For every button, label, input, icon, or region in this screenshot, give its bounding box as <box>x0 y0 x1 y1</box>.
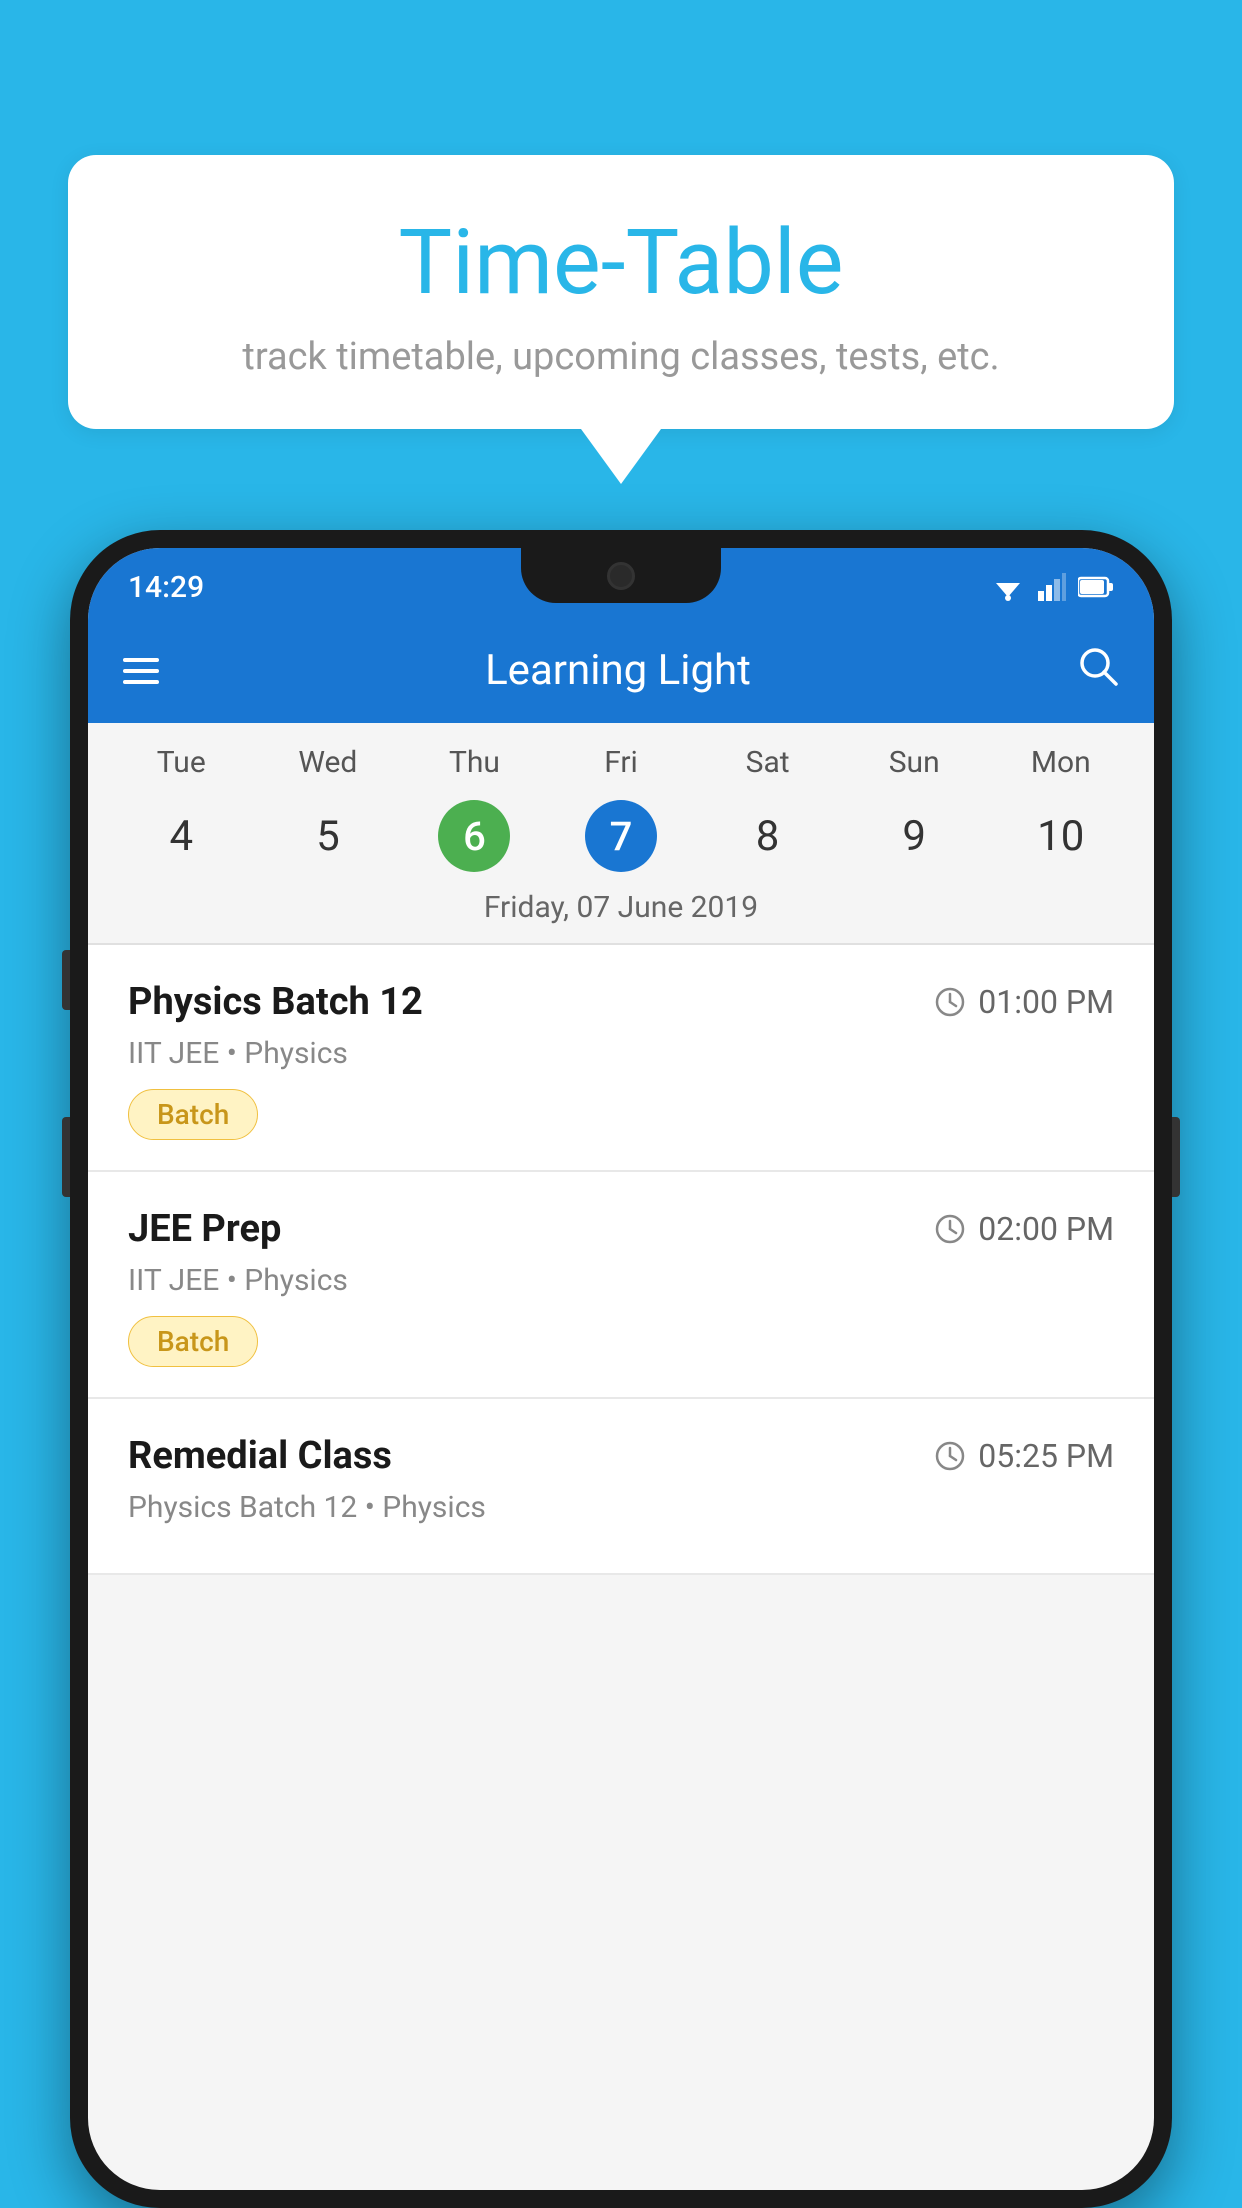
class-name-2: JEE Prep <box>128 1207 281 1251</box>
class-subtitle-2: IIT JEE • Physics <box>128 1263 1114 1298</box>
battery-icon <box>1078 576 1114 598</box>
date-6-circle[interactable]: 6 <box>438 800 510 872</box>
date-4[interactable]: 4 <box>108 812 255 861</box>
class-time-2: 02:00 PM <box>934 1210 1114 1248</box>
class-subtitle: IIT JEE • Physics <box>128 1036 1114 1071</box>
batch-tag-2: Batch <box>128 1316 258 1367</box>
wifi-icon <box>990 573 1026 601</box>
day-sun: Sun <box>841 745 988 780</box>
phone-outer: 14:29 <box>70 530 1172 2208</box>
selected-date-label: Friday, 07 June 2019 <box>88 890 1154 943</box>
class-item-physics-batch[interactable]: Physics Batch 12 01:00 PM IIT JEE • Phys… <box>88 945 1154 1172</box>
date-8[interactable]: 8 <box>694 812 841 861</box>
day-thu: Thu <box>401 745 548 780</box>
phone-notch <box>521 548 721 603</box>
power-button <box>1172 1117 1180 1197</box>
class-name: Physics Batch 12 <box>128 980 423 1024</box>
date-6[interactable]: 6 <box>401 800 548 872</box>
class-item-top: Physics Batch 12 01:00 PM <box>128 980 1114 1024</box>
day-fri: Fri <box>548 745 695 780</box>
batch-tag-1: Batch <box>128 1089 258 1140</box>
speech-bubble: Time-Table track timetable, upcoming cla… <box>68 155 1174 429</box>
date-7[interactable]: 7 <box>548 800 695 872</box>
class-time: 01:00 PM <box>934 983 1114 1021</box>
clock-icon-3 <box>934 1440 966 1472</box>
class-item-top-3: Remedial Class 05:25 PM <box>128 1434 1114 1478</box>
search-icon[interactable] <box>1077 645 1119 697</box>
volume-up-button <box>62 950 70 1010</box>
app-bar: Learning Light <box>88 618 1154 723</box>
date-5[interactable]: 5 <box>255 812 402 861</box>
front-camera <box>607 562 635 590</box>
day-mon: Mon <box>987 745 1134 780</box>
signal-icon <box>1038 573 1066 601</box>
class-name-3: Remedial Class <box>128 1434 392 1478</box>
day-sat: Sat <box>694 745 841 780</box>
volume-down-button <box>62 1117 70 1197</box>
status-time: 14:29 <box>128 570 204 605</box>
menu-button[interactable] <box>123 658 159 684</box>
status-icons <box>990 573 1114 601</box>
date-10[interactable]: 10 <box>987 812 1134 861</box>
classes-list: Physics Batch 12 01:00 PM IIT JEE • Phys… <box>88 945 1154 1575</box>
class-item-jee-prep[interactable]: JEE Prep 02:00 PM IIT JEE • Physics Batc… <box>88 1172 1154 1399</box>
speech-bubble-tail <box>581 429 661 484</box>
class-subtitle-3: Physics Batch 12 • Physics <box>128 1490 1114 1525</box>
date-9[interactable]: 9 <box>841 812 988 861</box>
speech-bubble-container: Time-Table track timetable, upcoming cla… <box>68 155 1174 484</box>
class-item-top-2: JEE Prep 02:00 PM <box>128 1207 1114 1251</box>
bubble-title: Time-Table <box>128 210 1114 315</box>
class-time-3: 05:25 PM <box>934 1437 1114 1475</box>
clock-icon <box>934 986 966 1018</box>
phone-mockup: 14:29 <box>70 530 1172 2208</box>
bubble-subtitle: track timetable, upcoming classes, tests… <box>128 335 1114 379</box>
day-tue: Tue <box>108 745 255 780</box>
class-item-remedial[interactable]: Remedial Class 05:25 PM Physics Batch 12… <box>88 1399 1154 1575</box>
date-7-circle[interactable]: 7 <box>585 800 657 872</box>
day-wed: Wed <box>255 745 402 780</box>
phone-screen: 14:29 <box>88 548 1154 2190</box>
calendar-section: Tue Wed Thu Fri Sat Sun Mon 4 5 6 7 <box>88 723 1154 945</box>
calendar-dates: 4 5 6 7 8 9 10 <box>88 790 1154 890</box>
app-title: Learning Light <box>189 646 1047 695</box>
clock-icon-2 <box>934 1213 966 1245</box>
calendar-days-header: Tue Wed Thu Fri Sat Sun Mon <box>88 723 1154 790</box>
